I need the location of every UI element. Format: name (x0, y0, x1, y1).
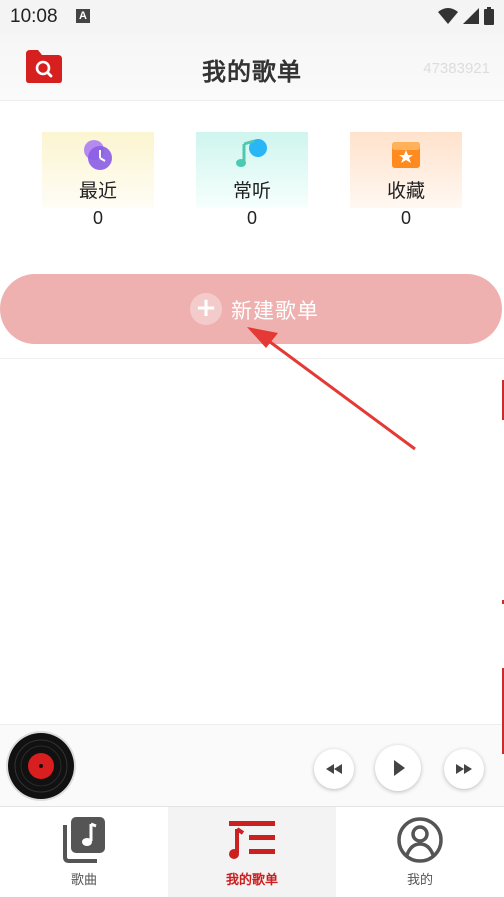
category-favorites[interactable]: 收藏 0 (350, 132, 462, 232)
category-count: 0 (400, 208, 411, 228)
play-icon (394, 760, 405, 776)
play-button[interactable] (375, 745, 421, 791)
category-count: 0 (92, 208, 103, 228)
category-frequent[interactable]: 常听 0 (196, 132, 308, 232)
notification-icon: A (76, 9, 90, 23)
tab-profile[interactable]: 我的 (336, 807, 504, 897)
plus-icon: + (190, 293, 222, 325)
category-label: 最近 (78, 180, 117, 202)
bottom-tab-bar: 歌曲 我的歌单 我的 (0, 806, 504, 897)
profile-icon (397, 817, 443, 863)
music-note-icon (236, 139, 267, 167)
status-icons (438, 7, 494, 25)
tab-my-playlists[interactable]: 我的歌单 (168, 807, 336, 897)
category-label: 常听 (232, 180, 271, 202)
status-bar: 10:08 A (0, 0, 504, 34)
battery-icon (484, 7, 494, 25)
new-playlist-label: 新建歌单 (231, 299, 319, 323)
previous-button[interactable] (314, 749, 354, 789)
category-count: 0 (246, 208, 257, 228)
user-id: 47383921 (423, 60, 490, 77)
tab-label: 我的歌单 (225, 873, 278, 888)
playlist-icon (229, 821, 275, 859)
wifi-icon (438, 8, 458, 24)
new-playlist-button[interactable]: + 新建歌单 (0, 274, 502, 344)
fast-forward-icon (456, 764, 472, 774)
next-button[interactable] (444, 749, 484, 789)
signal-icon (463, 8, 479, 24)
divider (0, 358, 504, 359)
category-label: 收藏 (386, 180, 425, 202)
star-box-icon (392, 142, 420, 168)
category-recent[interactable]: 最近 0 (42, 132, 154, 232)
playlist-categories: 最近 0 常听 0 收藏 0 (0, 132, 504, 232)
app-header: 我的歌单 47383921 (0, 34, 504, 101)
song-library-icon (63, 817, 105, 863)
rewind-icon (326, 764, 342, 774)
tab-label: 我的 (406, 873, 433, 888)
album-disc-icon[interactable] (8, 733, 74, 799)
status-time: 10:08 (10, 6, 58, 27)
clock-icon (84, 140, 112, 170)
mini-player (0, 724, 504, 807)
tab-songs[interactable]: 歌曲 (0, 807, 168, 897)
tab-label: 歌曲 (70, 873, 97, 888)
